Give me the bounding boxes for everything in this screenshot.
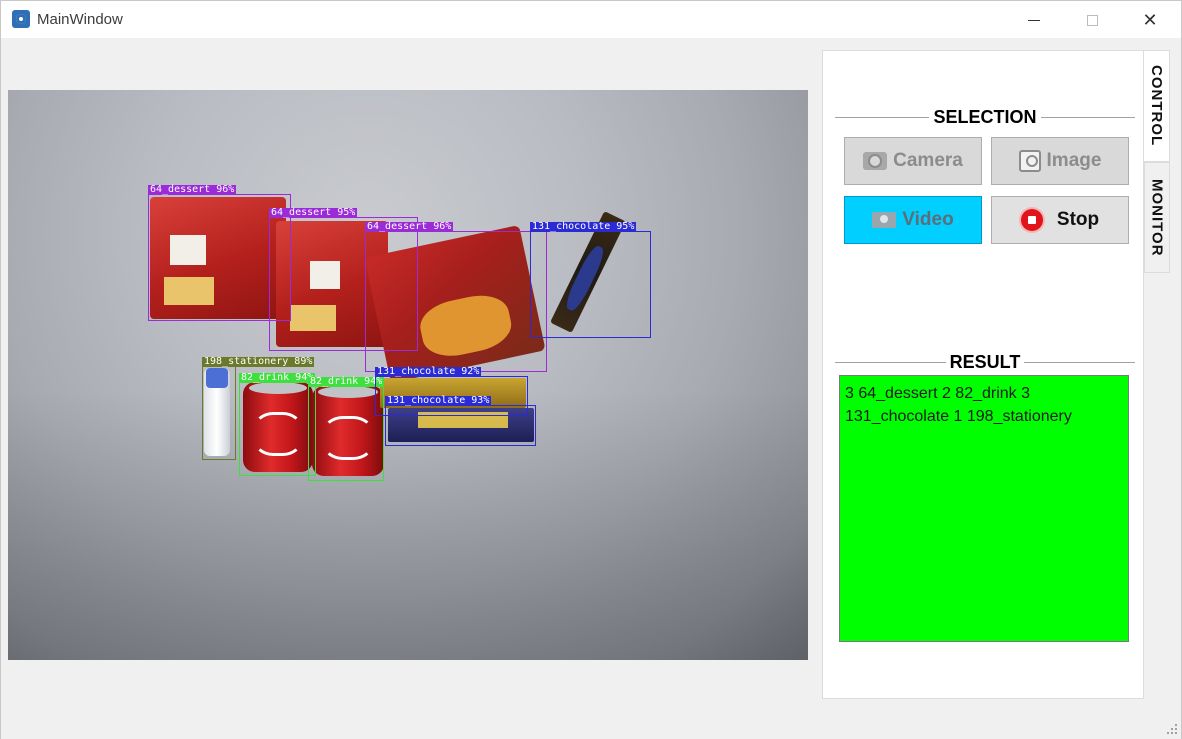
tab-control-label: CONTROL xyxy=(1148,65,1165,147)
stop-button[interactable]: Stop xyxy=(991,196,1129,244)
tab-control[interactable]: CONTROL xyxy=(1144,50,1170,162)
detection-label: 131_chocolate 95% xyxy=(530,221,637,232)
camera-button-label: Camera xyxy=(893,150,963,171)
app-icon xyxy=(12,10,30,28)
selection-header: SELECTION xyxy=(835,107,1135,127)
detection-label: 82_drink 94% xyxy=(239,372,316,383)
detection-box: 131_chocolate 95% xyxy=(530,222,651,338)
close-icon: ✕ xyxy=(1142,9,1158,30)
title-bar: MainWindow ✕ xyxy=(0,0,1182,38)
result-title: RESULT xyxy=(945,352,1025,372)
minimize-icon xyxy=(1028,19,1040,21)
detection-box: 131_chocolate 93% xyxy=(385,396,536,446)
selection-title: SELECTION xyxy=(929,107,1041,127)
image-button-label: Image xyxy=(1046,150,1102,171)
detection-box: 82_drink 94% xyxy=(308,377,385,481)
window-title: MainWindow xyxy=(37,11,123,28)
result-line: 3 64_dessert 2 82_drink 3 xyxy=(845,385,1031,402)
video-button-label: Video xyxy=(902,209,954,230)
maximize-icon xyxy=(1086,14,1098,26)
detection-label: 82_drink 94% xyxy=(308,376,385,387)
image-button[interactable]: Image xyxy=(991,137,1129,185)
detection-label: 64_dessert 96% xyxy=(148,184,237,195)
detection-label: 131_chocolate 93% xyxy=(385,395,492,406)
stop-button-label: Stop xyxy=(1056,209,1100,230)
tab-monitor[interactable]: MONITOR xyxy=(1144,162,1170,273)
video-icon xyxy=(872,212,897,228)
detection-box: 64_dessert 96% xyxy=(365,222,547,372)
detection-display: 64_dessert 96% 64_dessert 95% 64_dessert… xyxy=(8,90,808,660)
minimize-button[interactable] xyxy=(1005,1,1063,39)
detection-label: 64_dessert 95% xyxy=(269,207,358,218)
video-button[interactable]: Video xyxy=(844,196,982,244)
detection-box: 82_drink 94% xyxy=(239,373,316,476)
result-line: 131_chocolate 1 198_stationery xyxy=(845,408,1072,425)
detection-label: 64_dessert 96% xyxy=(365,221,454,232)
maximize-button[interactable] xyxy=(1063,1,1121,39)
image-icon xyxy=(1018,150,1041,172)
window-border-left xyxy=(0,38,1,739)
stop-icon xyxy=(1020,209,1043,231)
close-button[interactable]: ✕ xyxy=(1121,1,1179,39)
camera-icon xyxy=(863,152,888,170)
detection-label: 198_stationery 89% xyxy=(202,356,315,367)
result-header: RESULT xyxy=(835,352,1135,372)
detection-box: 198_stationery 89% xyxy=(202,357,315,460)
resize-grip-icon[interactable] xyxy=(1166,724,1178,736)
result-textbox[interactable]: 3 64_dessert 2 82_drink 3 131_chocolate … xyxy=(839,375,1129,642)
camera-button[interactable]: Camera xyxy=(844,137,982,185)
tab-monitor-label: MONITOR xyxy=(1148,178,1166,257)
detection-label: 131_chocolate 92% xyxy=(375,366,482,377)
